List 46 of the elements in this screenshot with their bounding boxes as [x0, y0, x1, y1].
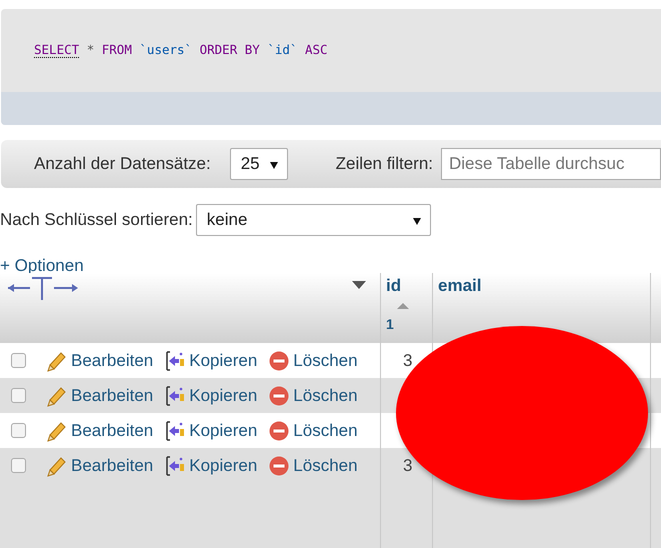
copy-icon: [164, 384, 186, 406]
filter-field[interactable]: Diese Tabelle durchsuc: [441, 148, 661, 180]
column-header[interactable]: email: [438, 276, 482, 296]
copy-icon: [164, 454, 186, 476]
sql-query: SELECT * FROM `users` ORDER BY `id` ASC: [33, 41, 329, 60]
delete-link[interactable]: Löschen: [268, 384, 358, 406]
table-cell: 3: [403, 350, 412, 370]
dropdown-icon[interactable]: [351, 280, 367, 290]
copy-link[interactable]: Kopieren: [164, 420, 258, 442]
delete-link[interactable]: Löschen: [268, 350, 358, 372]
edit-link[interactable]: Bearbeiten: [46, 384, 154, 406]
row-checkbox[interactable]: [11, 388, 26, 403]
row-checkbox[interactable]: [11, 423, 26, 438]
copy-icon: [164, 420, 186, 442]
copy-icon: [164, 350, 186, 372]
table-cell: 3: [403, 456, 412, 474]
rows-select[interactable]: 25: [230, 148, 288, 180]
edit-link[interactable]: Bearbeiten: [46, 420, 154, 442]
sort-order-number: 1: [386, 316, 394, 332]
delete-icon: [268, 350, 290, 372]
pencil-icon: [46, 420, 68, 442]
sort-select[interactable]: keine: [196, 204, 431, 236]
row-checkbox[interactable]: [11, 353, 26, 368]
pencil-icon: [46, 350, 68, 372]
copy-link[interactable]: Kopieren: [164, 350, 258, 372]
sort-label: Nach Schlüssel sortieren:: [0, 210, 193, 230]
filter-label: Zeilen filtern:: [336, 154, 433, 174]
delete-icon: [268, 454, 290, 476]
caret-icon: [412, 218, 421, 225]
edit-link[interactable]: Bearbeiten: [46, 454, 154, 476]
column-header[interactable]: id: [386, 276, 402, 296]
rows-label: Anzahl der Datensätze:: [34, 154, 211, 174]
caret-icon: [270, 162, 278, 169]
copy-link[interactable]: Kopieren: [164, 384, 258, 406]
sort-ascending-icon: [396, 302, 410, 310]
row-checkbox[interactable]: [11, 458, 26, 473]
delete-link[interactable]: Löschen: [268, 420, 358, 442]
copy-link[interactable]: Kopieren: [164, 454, 258, 476]
delete-link[interactable]: Löschen: [268, 454, 358, 476]
options-link[interactable]: + Optionen: [0, 256, 84, 276]
delete-icon: [268, 384, 290, 406]
pencil-icon: [46, 454, 68, 476]
pencil-icon: [46, 384, 68, 406]
delete-icon: [268, 420, 290, 442]
column-arrows-icon[interactable]: [6, 275, 80, 301]
edit-link[interactable]: Bearbeiten: [46, 350, 154, 372]
